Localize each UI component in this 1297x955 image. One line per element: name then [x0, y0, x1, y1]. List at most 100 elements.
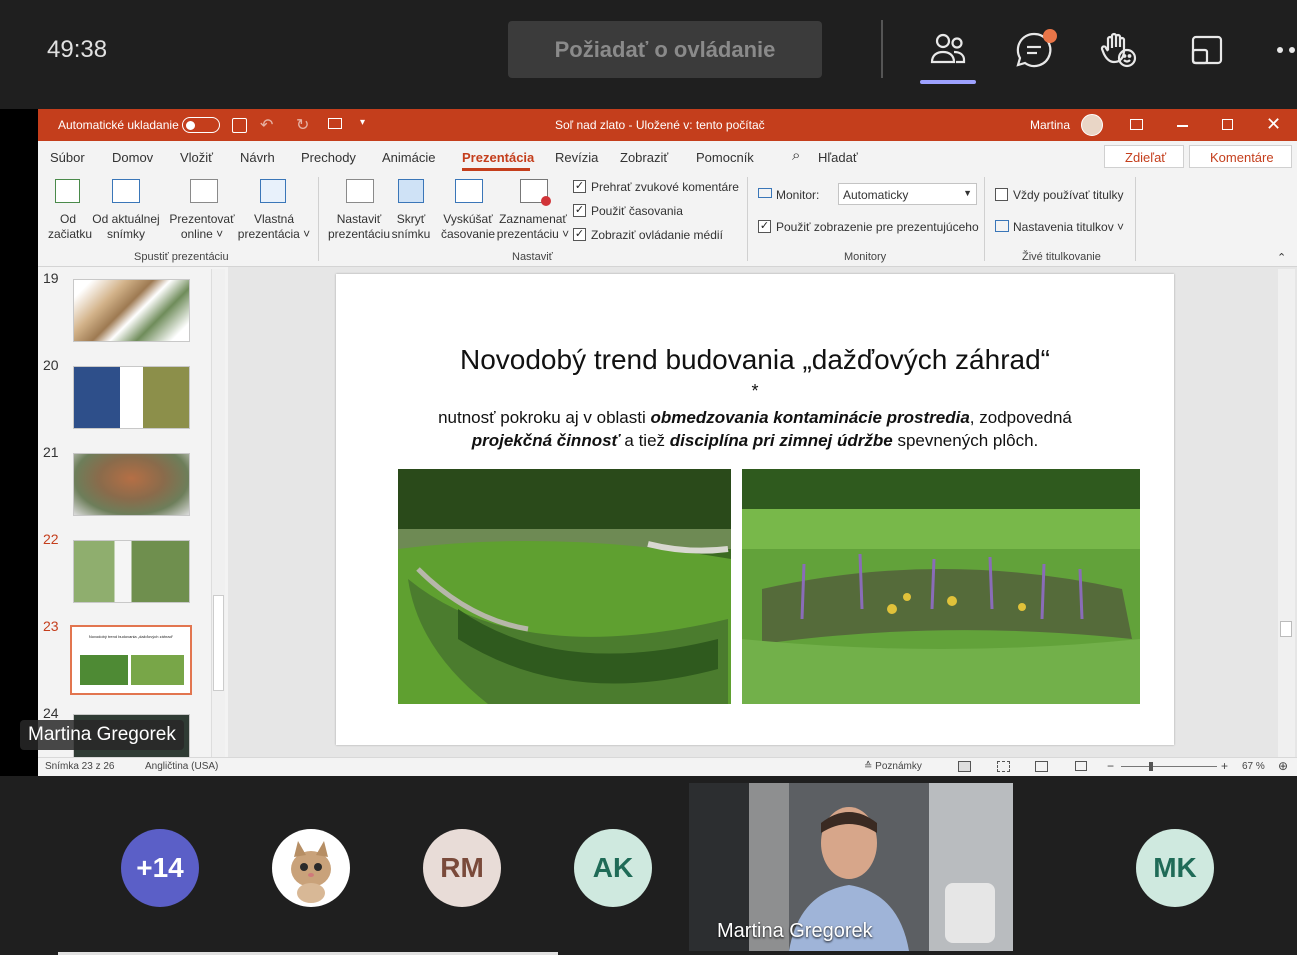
ribbon-display-icon[interactable] — [1130, 119, 1143, 130]
tab-subor[interactable]: Súbor — [50, 150, 85, 165]
tab-zobrazit[interactable]: Zobraziť — [620, 150, 668, 165]
tab-navrh[interactable]: Návrh — [240, 150, 275, 165]
shared-screen-border — [0, 109, 38, 776]
tab-revizia[interactable]: Revízia — [555, 150, 598, 165]
reading-view-icon[interactable] — [1035, 761, 1048, 772]
hide-slide-icon — [398, 179, 424, 203]
tab-prechody[interactable]: Prechody — [301, 150, 356, 165]
fit-slide-icon[interactable]: ⊕ — [1278, 759, 1288, 773]
play-narrations-checkbox[interactable]: ✓ — [573, 180, 586, 193]
tab-pomocnik[interactable]: Pomocník — [696, 150, 754, 165]
restore-icon[interactable] — [1222, 119, 1233, 130]
ribbon-separator — [747, 177, 748, 261]
normal-view-icon[interactable] — [958, 761, 971, 772]
setup-show-icon — [346, 179, 374, 203]
zoom-level[interactable]: 67 % — [1242, 761, 1265, 772]
zoom-out-icon[interactable]: − — [1107, 759, 1114, 773]
slideshow-view-icon[interactable] — [1075, 761, 1087, 771]
raise-hand-icon[interactable] — [1100, 30, 1140, 70]
meeting-toolbar: 49:38 Požiadať o ovládanie — [0, 0, 1297, 104]
zoom-in-icon[interactable]: + — [1221, 759, 1228, 773]
avatar[interactable] — [272, 829, 350, 907]
avatar-rm[interactable]: RM — [423, 829, 501, 907]
from-beginning-button[interactable]: Od začiatku — [48, 212, 92, 242]
comments-button[interactable]: Komentáre — [1189, 145, 1292, 168]
ribbon-separator — [1135, 177, 1136, 261]
undo-icon[interactable]: ↶ — [260, 115, 273, 135]
avatar-mk[interactable]: MK — [1136, 829, 1214, 907]
search-icon[interactable]: ⌕ — [792, 147, 800, 164]
tab-animacie[interactable]: Animácie — [382, 150, 435, 165]
redo-icon[interactable]: ↻ — [296, 115, 309, 135]
zoom-slider[interactable] — [1121, 762, 1217, 771]
present-online-button[interactable]: Prezentovať online ˅ — [166, 212, 238, 242]
play-narrations-label: Prehrať zvukové komentáre — [591, 180, 739, 194]
avatar[interactable] — [1081, 114, 1103, 136]
always-subtitles-label: Vždy používať titulky — [1013, 188, 1124, 202]
slide-thumbnail[interactable] — [73, 366, 190, 429]
subtitle-settings-button[interactable]: Nastavenia titulkov ˅ — [1013, 220, 1124, 234]
document-title: Soľ nad zlato - Uložené v: tento počítač — [555, 118, 765, 132]
rain-garden-photo-left — [398, 469, 731, 704]
tab-prezentacia[interactable]: Prezentácia — [462, 150, 534, 165]
slide-thumbnails-pane: 19 20 21 22 23 Novodobý trend budovania … — [38, 267, 228, 757]
thumbnails-scrollbar[interactable] — [211, 269, 225, 757]
rehearse-timings-button[interactable]: Vyskúšať časovanie — [441, 212, 495, 242]
slide-thumbnail[interactable] — [73, 453, 190, 516]
tab-domov[interactable]: Domov — [112, 150, 153, 165]
search-label[interactable]: Hľadať — [818, 150, 858, 165]
avatar-ak[interactable]: AK — [574, 829, 652, 907]
group-label-monitors: Monitory — [844, 251, 887, 263]
collapse-ribbon-icon[interactable]: ⌃ — [1277, 251, 1286, 264]
present-icon[interactable] — [328, 118, 342, 129]
use-timings-label: Použiť časovania — [591, 204, 683, 218]
monitor-label: Monitor: — [776, 188, 820, 202]
autosave-label: Automatické ukladanie — [58, 118, 179, 132]
autosave-toggle[interactable] — [182, 117, 220, 133]
status-bar: Snímka 23 z 26 Angličtina (USA) ≙ Poznám… — [38, 757, 1297, 776]
custom-show-button[interactable]: Vlastná prezentácia ˅ — [237, 212, 311, 242]
slide-scrollbar[interactable] — [1278, 269, 1295, 757]
monitor-icon — [758, 188, 772, 198]
slide-number: 19 — [43, 270, 59, 286]
slide-number: 24 — [43, 705, 59, 721]
customize-qat-icon[interactable]: ▾ — [360, 117, 365, 128]
share-tray-icon[interactable] — [1187, 30, 1227, 70]
sorter-view-icon[interactable] — [997, 761, 1010, 772]
slide-thumbnail[interactable] — [73, 279, 190, 342]
hide-slide-button[interactable]: Skryť snímku — [391, 212, 431, 242]
chat-notification-badge — [1043, 29, 1057, 43]
slide-number: 22 — [43, 531, 59, 547]
more-icon[interactable] — [1272, 30, 1297, 70]
people-icon[interactable] — [928, 30, 968, 70]
always-subtitles-checkbox[interactable] — [995, 188, 1008, 201]
subtitle-settings-icon — [995, 220, 1009, 232]
request-control-button[interactable]: Požiadať o ovládanie — [508, 21, 822, 78]
language[interactable]: Angličtina (USA) — [145, 761, 218, 772]
active-indicator — [920, 80, 976, 84]
share-button[interactable]: Zdieľať — [1104, 145, 1184, 168]
presenter-view-checkbox[interactable]: ✓ — [758, 220, 771, 233]
monitor-select[interactable]: Automaticky ▼ — [838, 183, 977, 205]
rehearse-icon — [455, 179, 483, 203]
more-participants-button[interactable]: +14 — [121, 829, 199, 907]
slide-number: 21 — [43, 444, 59, 460]
record-slideshow-button[interactable]: Zaznamenať prezentáciu ˅ — [496, 212, 570, 242]
use-timings-checkbox[interactable]: ✓ — [573, 204, 586, 217]
slideshow-current-icon — [112, 179, 140, 203]
setup-show-button[interactable]: Nastaviť prezentáciu — [326, 212, 392, 242]
from-current-button[interactable]: Od aktuálnej snímky — [90, 212, 162, 242]
group-label-setup: Nastaviť — [512, 251, 553, 263]
tab-vlozit[interactable]: Vložiť — [180, 150, 213, 165]
slide-thumbnail-current[interactable]: Novodobý trend budovania „dažďových záhr… — [70, 625, 192, 695]
notes-button[interactable]: ≙ Poznámky — [864, 761, 922, 772]
slide-count: Snímka 23 z 26 — [45, 761, 115, 772]
group-label-start: Spustiť prezentáciu — [134, 251, 229, 263]
custom-show-icon — [260, 179, 286, 203]
current-slide[interactable]: Novodobý trend budovania „dažďových záhr… — [336, 274, 1174, 745]
media-controls-checkbox[interactable]: ✓ — [573, 228, 586, 241]
minimize-icon[interactable] — [1177, 125, 1188, 127]
slide-thumbnail[interactable] — [73, 540, 190, 603]
close-icon[interactable]: ✕ — [1266, 114, 1281, 135]
save-icon[interactable] — [232, 118, 247, 133]
